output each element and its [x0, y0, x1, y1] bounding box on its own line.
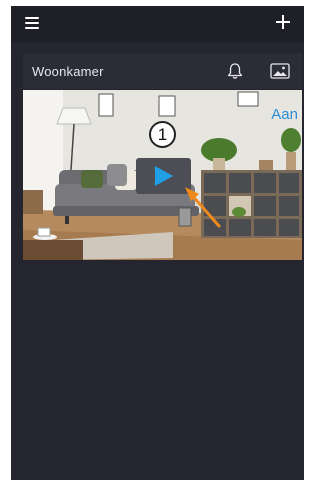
- hamburger-menu-icon[interactable]: [25, 17, 39, 29]
- add-device-button[interactable]: [272, 12, 294, 34]
- device-name: Woonkamer: [32, 64, 104, 79]
- annotation-arrow: [185, 187, 221, 228]
- image-gallery-icon[interactable]: [270, 63, 290, 79]
- camera-card-header: Woonkamer: [23, 53, 302, 89]
- camera-live-preview[interactable]: Aan 1: [23, 90, 302, 260]
- app-screen: Woonkamer Aan 1: [11, 6, 304, 480]
- camera-card: Woonkamer Aan 1: [23, 53, 302, 260]
- top-bar: [11, 6, 304, 42]
- bell-icon[interactable]: [226, 62, 244, 80]
